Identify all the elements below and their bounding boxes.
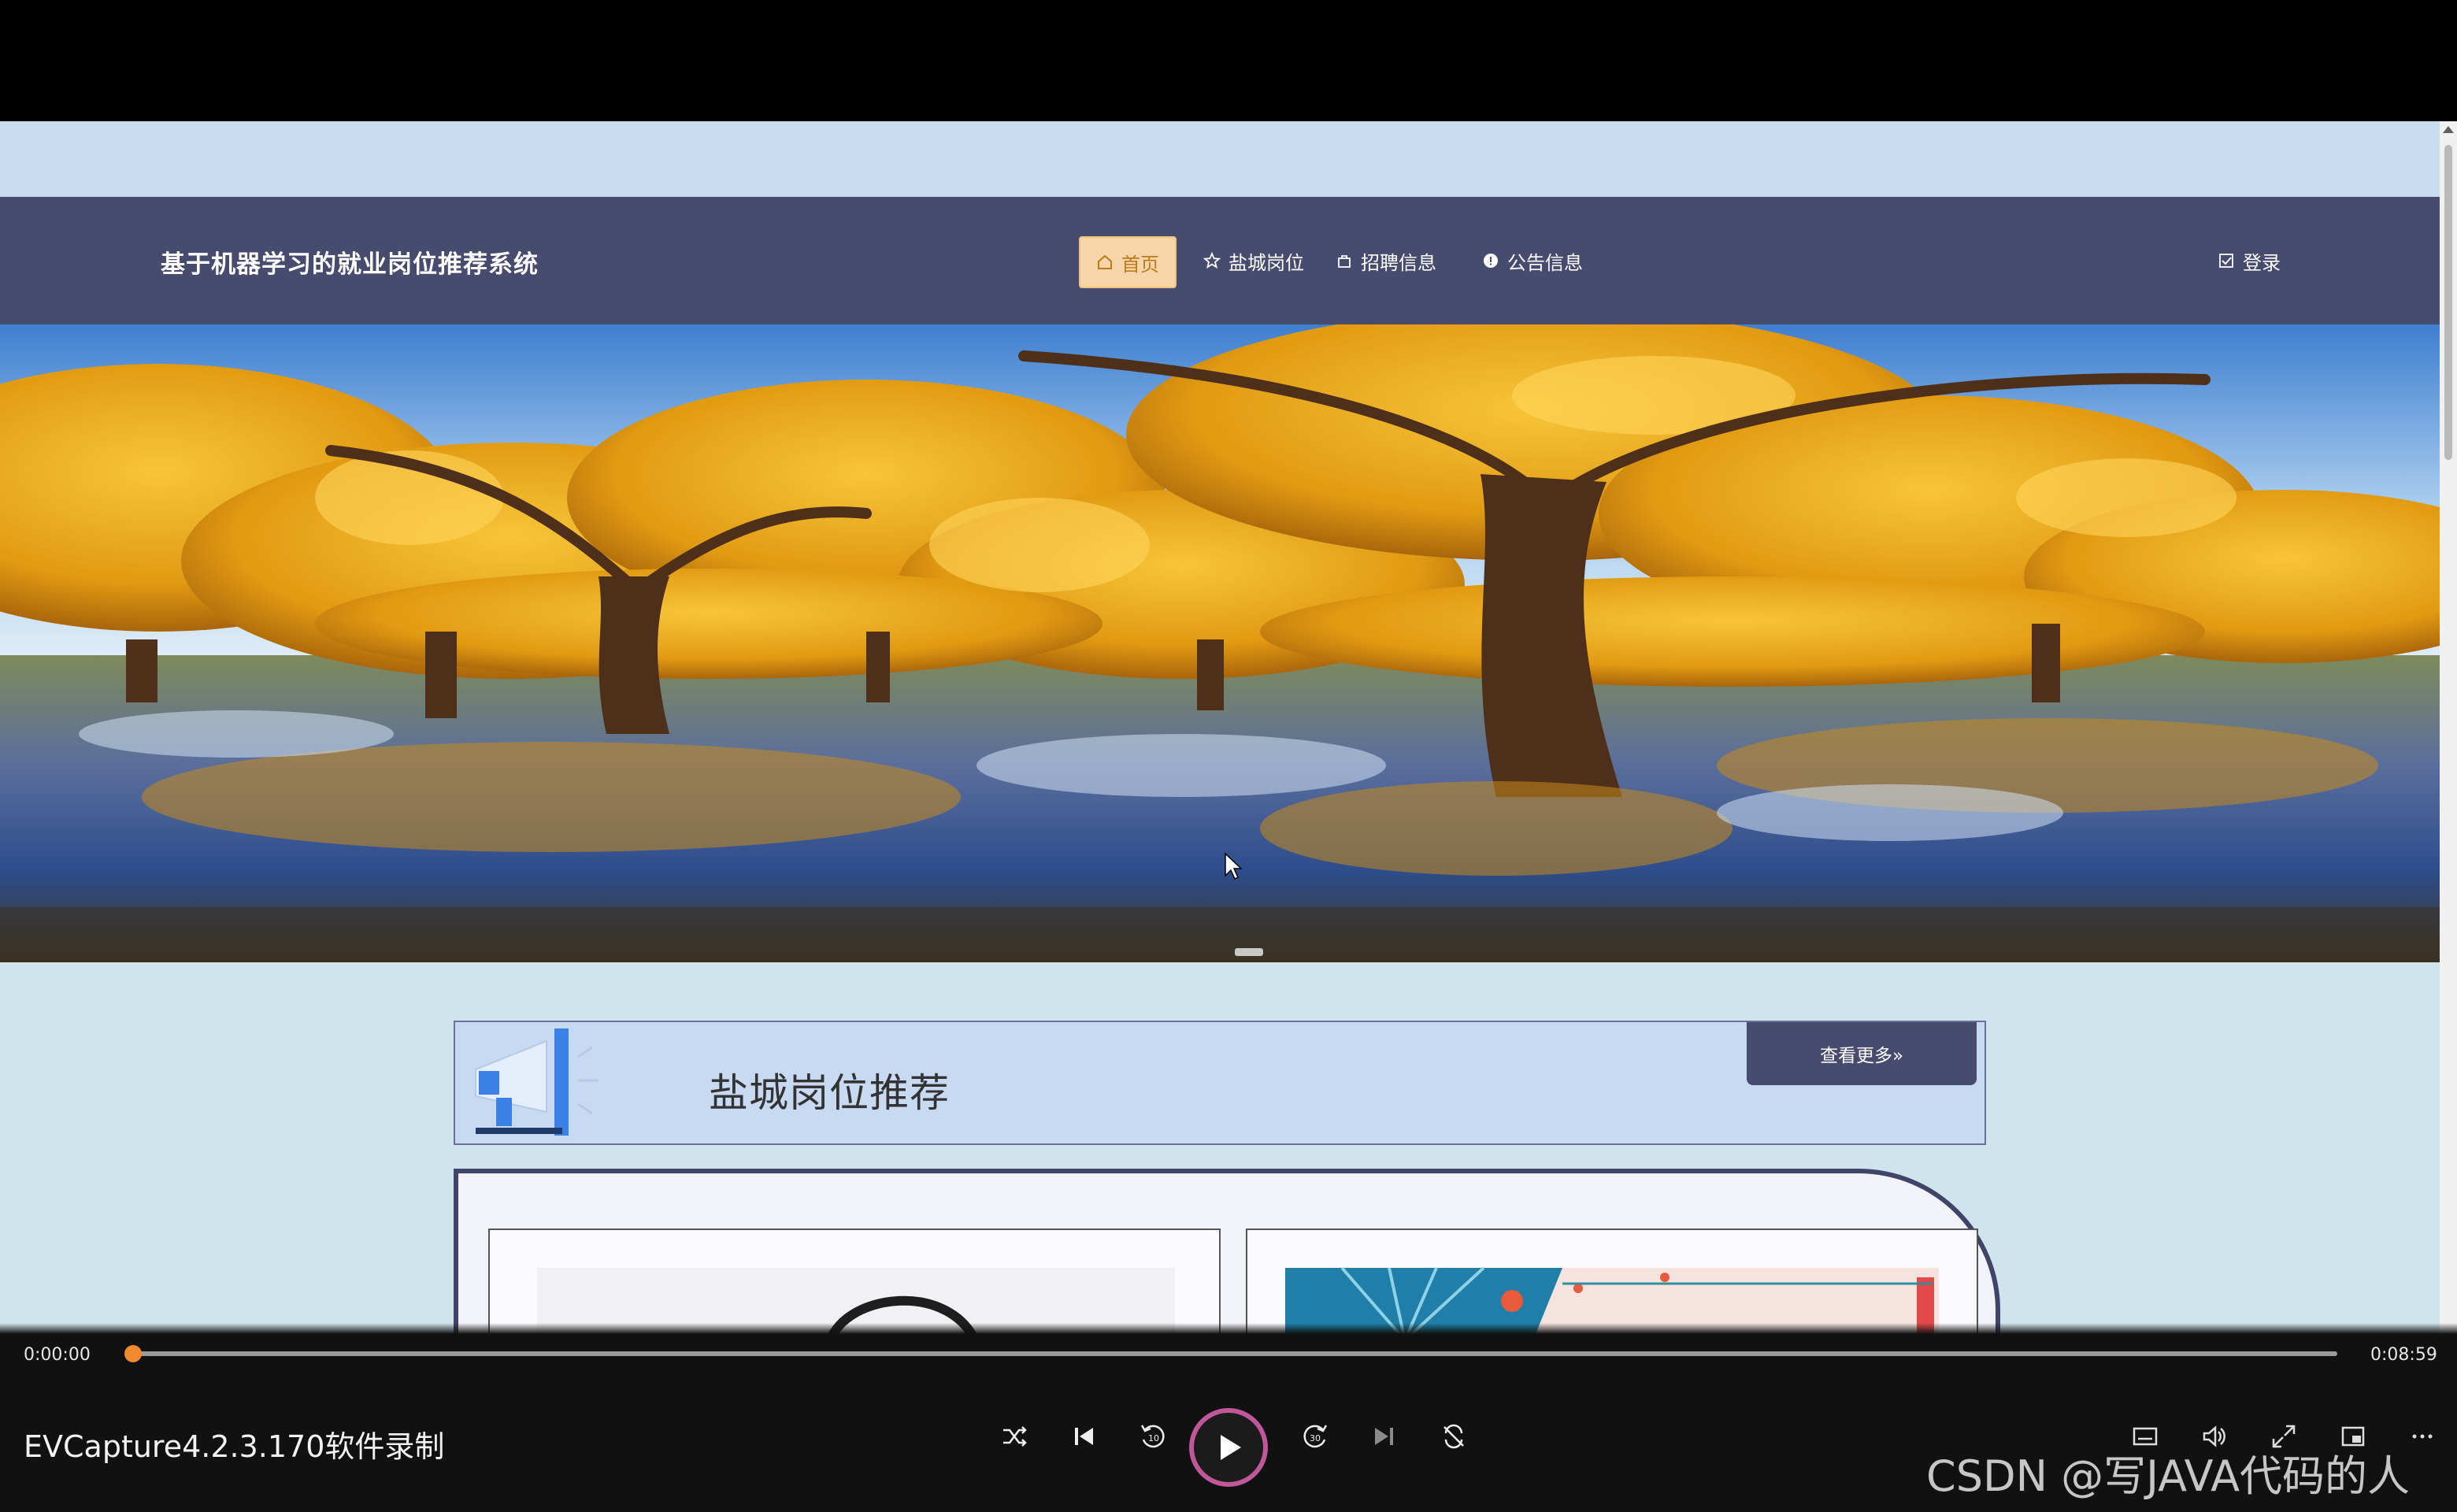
job-card[interactable] xyxy=(1246,1228,1978,1334)
forward-30-icon: 30 xyxy=(1303,1425,1328,1448)
repeat-button[interactable] xyxy=(1432,1414,1476,1458)
hero-banner-image[interactable] xyxy=(0,324,2440,962)
view-more-button[interactable]: 查看更多» xyxy=(1747,1022,1977,1085)
seek-knob[interactable] xyxy=(124,1345,142,1362)
carousel-indicator[interactable] xyxy=(1235,948,1263,956)
scrollbar-thumb[interactable] xyxy=(2444,145,2452,460)
info-icon xyxy=(1484,254,1498,268)
section-header: 盐城岗位推荐 查看更多» xyxy=(454,1021,1986,1145)
shuffle-icon xyxy=(1003,1426,1027,1447)
page-scrollbar[interactable] xyxy=(2440,121,2457,1334)
next-button[interactable] xyxy=(1362,1414,1406,1458)
previous-button[interactable] xyxy=(1062,1414,1106,1458)
bag-icon xyxy=(1338,255,1351,268)
nav-item-home[interactable]: 首页 xyxy=(1079,236,1177,288)
shuffle-button[interactable] xyxy=(992,1414,1036,1458)
job-cards-container xyxy=(454,1169,2000,1334)
play-icon xyxy=(1221,1435,1241,1460)
next-icon xyxy=(1375,1428,1393,1445)
nav-item-label: 首页 xyxy=(1121,253,1159,276)
job-card-image xyxy=(537,1268,1175,1334)
forward-30-button[interactable]: 30 xyxy=(1293,1414,1337,1458)
rewind-10-icon: 10 xyxy=(1140,1425,1165,1448)
media-player: 0:00:00 0:08:59 EVCapture4.2.3.170软件录制 1… xyxy=(0,1323,2457,1512)
login-label: 登录 xyxy=(2243,251,2281,274)
checkbox-icon xyxy=(2219,254,2233,268)
home-icon xyxy=(1098,254,1112,269)
megaphone-icon xyxy=(475,1028,598,1136)
play-button[interactable] xyxy=(1189,1408,1268,1487)
svg-text:10: 10 xyxy=(1148,1433,1159,1443)
top-band xyxy=(0,121,2440,197)
nav-item-recruit[interactable]: 招聘信息 xyxy=(1323,236,1449,285)
recording-caption: EVCapture4.2.3.170软件录制 xyxy=(24,1429,445,1464)
nav-item-label: 招聘信息 xyxy=(1361,251,1436,274)
rewind-10-button[interactable]: 10 xyxy=(1131,1414,1175,1458)
scroll-up-arrow-icon[interactable] xyxy=(2443,126,2454,133)
nav-item-notice[interactable]: 公告信息 xyxy=(1469,236,1595,285)
login-link[interactable]: 登录 xyxy=(2205,236,2293,285)
nav-item-label: 公告信息 xyxy=(1507,251,1583,274)
seek-bar[interactable] xyxy=(135,1351,2337,1356)
site-title: 基于机器学习的就业岗位推荐系统 xyxy=(161,250,539,279)
current-time: 0:00:00 xyxy=(24,1345,91,1365)
previous-icon xyxy=(1075,1428,1093,1445)
job-card-image xyxy=(1285,1266,1939,1334)
player-fade xyxy=(0,1323,2457,1334)
section-title: 盐城岗位推荐 xyxy=(709,1070,950,1116)
job-card[interactable] xyxy=(488,1228,1221,1334)
star-icon xyxy=(1203,252,1221,269)
nav-item-jobs[interactable]: 盐城岗位 xyxy=(1191,236,1317,285)
repeat-off-icon xyxy=(1443,1424,1464,1449)
svg-text:30: 30 xyxy=(1310,1433,1321,1443)
total-time: 0:08:59 xyxy=(2370,1345,2437,1365)
watermark-text: CSDN @写JAVA代码的人 xyxy=(1926,1451,2411,1501)
more-icon xyxy=(2412,1434,2433,1439)
site-navbar: 基于机器学习的就业岗位推荐系统 首页 盐城岗位 招聘信息 公告信息 登录 xyxy=(0,197,2440,324)
nav-item-label: 盐城岗位 xyxy=(1228,251,1304,274)
browser-viewport: 基于机器学习的就业岗位推荐系统 首页 盐城岗位 招聘信息 公告信息 登录 盐城岗… xyxy=(0,121,2440,1334)
